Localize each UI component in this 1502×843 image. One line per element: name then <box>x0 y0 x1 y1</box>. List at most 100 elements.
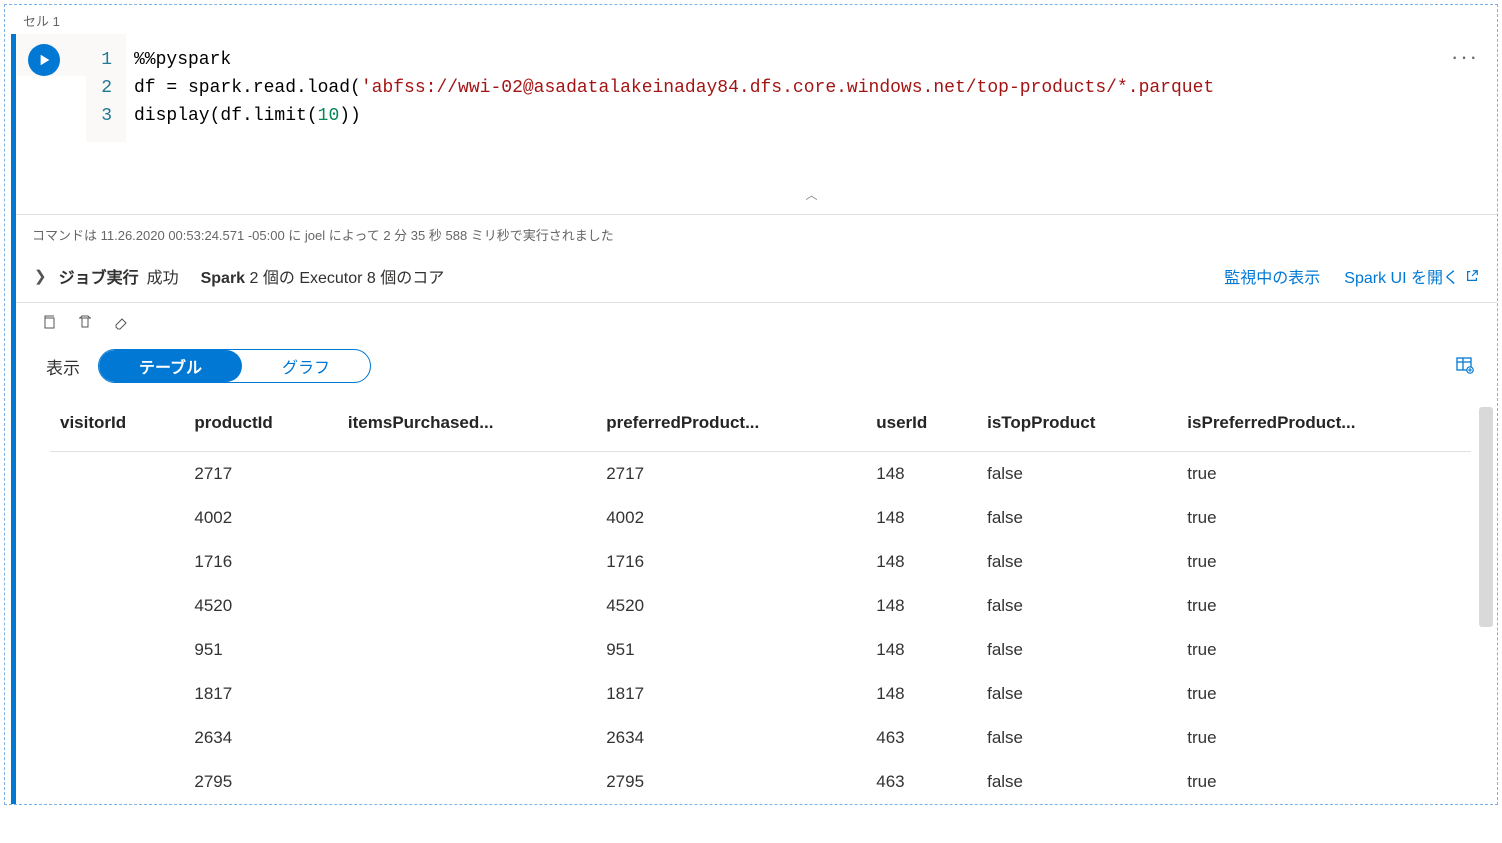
table-row[interactable]: 40024002148falsetrue <box>50 496 1471 540</box>
table-cell: 951 <box>184 628 338 672</box>
table-cell: 1817 <box>184 672 338 716</box>
table-cell: false <box>977 672 1177 716</box>
run-button[interactable] <box>28 44 60 76</box>
chevron-right-icon[interactable]: ❯ <box>34 267 47 285</box>
code-editor[interactable]: %%pyspark df = spark.read.load('abfss://… <box>126 34 1497 214</box>
vertical-scrollbar[interactable] <box>1479 407 1493 627</box>
table-cell: 1817 <box>596 672 866 716</box>
table-cell <box>338 496 596 540</box>
table-cell: 2795 <box>184 760 338 804</box>
table-cell: 463 <box>866 716 977 760</box>
column-header[interactable]: preferredProduct... <box>596 397 866 452</box>
table-row[interactable]: 26342634463falsetrue <box>50 716 1471 760</box>
cell-label: セル 1 <box>5 5 1497 34</box>
table-cell <box>50 496 184 540</box>
table-cell: true <box>1177 540 1471 584</box>
spark-ui-link[interactable]: Spark UI を開く <box>1344 264 1479 288</box>
view-controls: 表示 テーブル グラフ <box>16 339 1497 397</box>
table-cell <box>50 584 184 628</box>
table-cell: false <box>977 760 1177 804</box>
run-column <box>16 34 86 76</box>
table-cell: true <box>1177 496 1471 540</box>
monitoring-link[interactable]: 監視中の表示 <box>1224 264 1320 288</box>
table-cell: false <box>977 496 1177 540</box>
column-header[interactable]: itemsPurchased... <box>338 397 596 452</box>
table-cell: 148 <box>866 672 977 716</box>
table-cell: 951 <box>596 628 866 672</box>
view-label: 表示 <box>46 354 80 379</box>
table-cell: false <box>977 716 1177 760</box>
execution-status: コマンドは 11.26.2020 00:53:24.571 -05:00 に j… <box>16 215 1497 254</box>
result-table: visitorIdproductIditemsPurchased...prefe… <box>50 397 1471 804</box>
table-cell: 148 <box>866 540 977 584</box>
column-header[interactable]: isPreferredProduct... <box>1177 397 1471 452</box>
table-cell <box>50 452 184 497</box>
table-cell <box>50 628 184 672</box>
column-header[interactable]: productId <box>184 397 338 452</box>
eraser-icon[interactable] <box>112 313 130 331</box>
table-cell <box>338 628 596 672</box>
line-number: 1 <box>86 46 112 74</box>
toggle-chart[interactable]: グラフ <box>242 350 370 382</box>
toggle-table[interactable]: テーブル <box>99 350 242 382</box>
table-cell: 4520 <box>596 584 866 628</box>
table-cell <box>50 540 184 584</box>
job-result: 成功 <box>147 264 179 288</box>
table-cell: 4002 <box>596 496 866 540</box>
table-row[interactable]: 27952795463falsetrue <box>50 760 1471 804</box>
table-cell: 2634 <box>596 716 866 760</box>
table-cell: 148 <box>866 452 977 497</box>
copy-icon[interactable] <box>40 313 58 331</box>
table-cell: 463 <box>866 760 977 804</box>
table-cell <box>338 540 596 584</box>
table-cell <box>50 672 184 716</box>
table-cell: true <box>1177 672 1471 716</box>
table-cell: true <box>1177 584 1471 628</box>
table-cell: 1716 <box>596 540 866 584</box>
external-link-icon <box>1465 269 1479 283</box>
table-cell: 2717 <box>184 452 338 497</box>
clear-output-icon[interactable] <box>76 313 94 331</box>
table-cell: false <box>977 584 1177 628</box>
column-header[interactable]: visitorId <box>50 397 184 452</box>
result-table-wrap: visitorIdproductIditemsPurchased...prefe… <box>16 397 1497 804</box>
table-cell: true <box>1177 716 1471 760</box>
table-cell: false <box>977 628 1177 672</box>
table-cell: 4002 <box>184 496 338 540</box>
table-cell: 148 <box>866 584 977 628</box>
table-settings-icon[interactable] <box>1455 355 1475 378</box>
line-number: 3 <box>86 102 112 130</box>
table-cell: 1716 <box>184 540 338 584</box>
table-cell: false <box>977 452 1177 497</box>
more-actions-icon[interactable]: ··· <box>1451 44 1479 70</box>
table-cell <box>338 452 596 497</box>
collapse-code-icon[interactable]: ︿ <box>805 182 817 210</box>
play-icon <box>38 53 52 67</box>
cell-body: 1 2 3 %%pyspark df = spark.read.load('ab… <box>11 34 1497 804</box>
table-cell <box>338 760 596 804</box>
column-header[interactable]: isTopProduct <box>977 397 1177 452</box>
table-row[interactable]: 27172717148falsetrue <box>50 452 1471 497</box>
table-cell: true <box>1177 760 1471 804</box>
table-cell: 2795 <box>596 760 866 804</box>
table-cell <box>50 760 184 804</box>
table-row[interactable]: 951951148falsetrue <box>50 628 1471 672</box>
result-toolbar <box>16 303 1497 339</box>
column-header[interactable]: userId <box>866 397 977 452</box>
table-row[interactable]: 45204520148falsetrue <box>50 584 1471 628</box>
table-cell: 148 <box>866 628 977 672</box>
table-cell <box>338 584 596 628</box>
table-row[interactable]: 17161716148falsetrue <box>50 540 1471 584</box>
table-cell: true <box>1177 628 1471 672</box>
view-toggle: テーブル グラフ <box>98 349 371 383</box>
table-cell: 2634 <box>184 716 338 760</box>
table-row[interactable]: 18171817148falsetrue <box>50 672 1471 716</box>
line-gutter: 1 2 3 <box>86 34 126 142</box>
table-cell: true <box>1177 452 1471 497</box>
notebook-cell: セル 1 1 2 3 %%pyspark df = spark.read.loa… <box>4 4 1498 805</box>
table-cell: 148 <box>866 496 977 540</box>
table-cell <box>338 672 596 716</box>
spark-info: Spark 2 個の Executor 8 個のコア <box>201 264 445 288</box>
job-label: ジョブ実行 <box>59 264 139 288</box>
table-cell <box>50 716 184 760</box>
